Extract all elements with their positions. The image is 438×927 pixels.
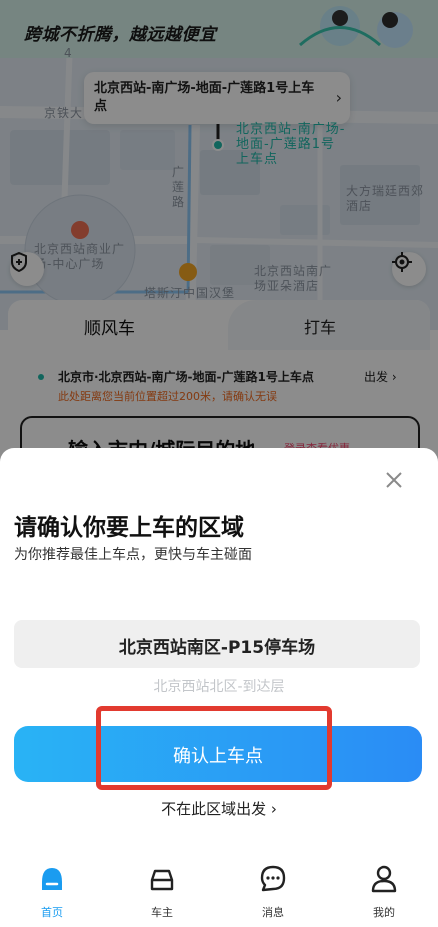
zone-option-other[interactable]: 北京西站北区-到达层	[0, 676, 438, 696]
user-icon	[371, 865, 397, 893]
not-in-zone-text: 不在此区域出发	[161, 800, 267, 818]
car-icon	[150, 869, 174, 891]
nav-home[interactable]: 首页	[22, 864, 82, 924]
chat-bubble-icon	[260, 865, 286, 892]
nav-driver-label: 车主	[151, 906, 173, 919]
nav-home-label: 首页	[41, 906, 63, 919]
home-icon	[42, 868, 62, 890]
nav-messages-label: 消息	[262, 906, 284, 919]
not-in-zone-link[interactable]: 不在此区域出发 ›	[0, 798, 438, 819]
zone-option-selected[interactable]: 北京西站南区-P15停车场	[14, 620, 420, 668]
sheet-subtitle: 为你推荐最佳上车点，更快与车主碰面	[14, 547, 252, 563]
bottom-nav: 首页 车主 消息 我的	[0, 852, 438, 927]
nav-driver[interactable]: 车主	[132, 864, 192, 924]
nav-mine-label: 我的	[373, 906, 395, 919]
highlight-annotation-box	[96, 706, 332, 790]
nav-messages[interactable]: 消息	[243, 864, 303, 924]
sheet-title: 请确认你要上车的区域	[14, 515, 244, 541]
nav-mine[interactable]: 我的	[354, 864, 414, 924]
zone-selected-label: 北京西站南区-P15停车场	[118, 638, 316, 658]
close-icon[interactable]	[382, 468, 406, 492]
